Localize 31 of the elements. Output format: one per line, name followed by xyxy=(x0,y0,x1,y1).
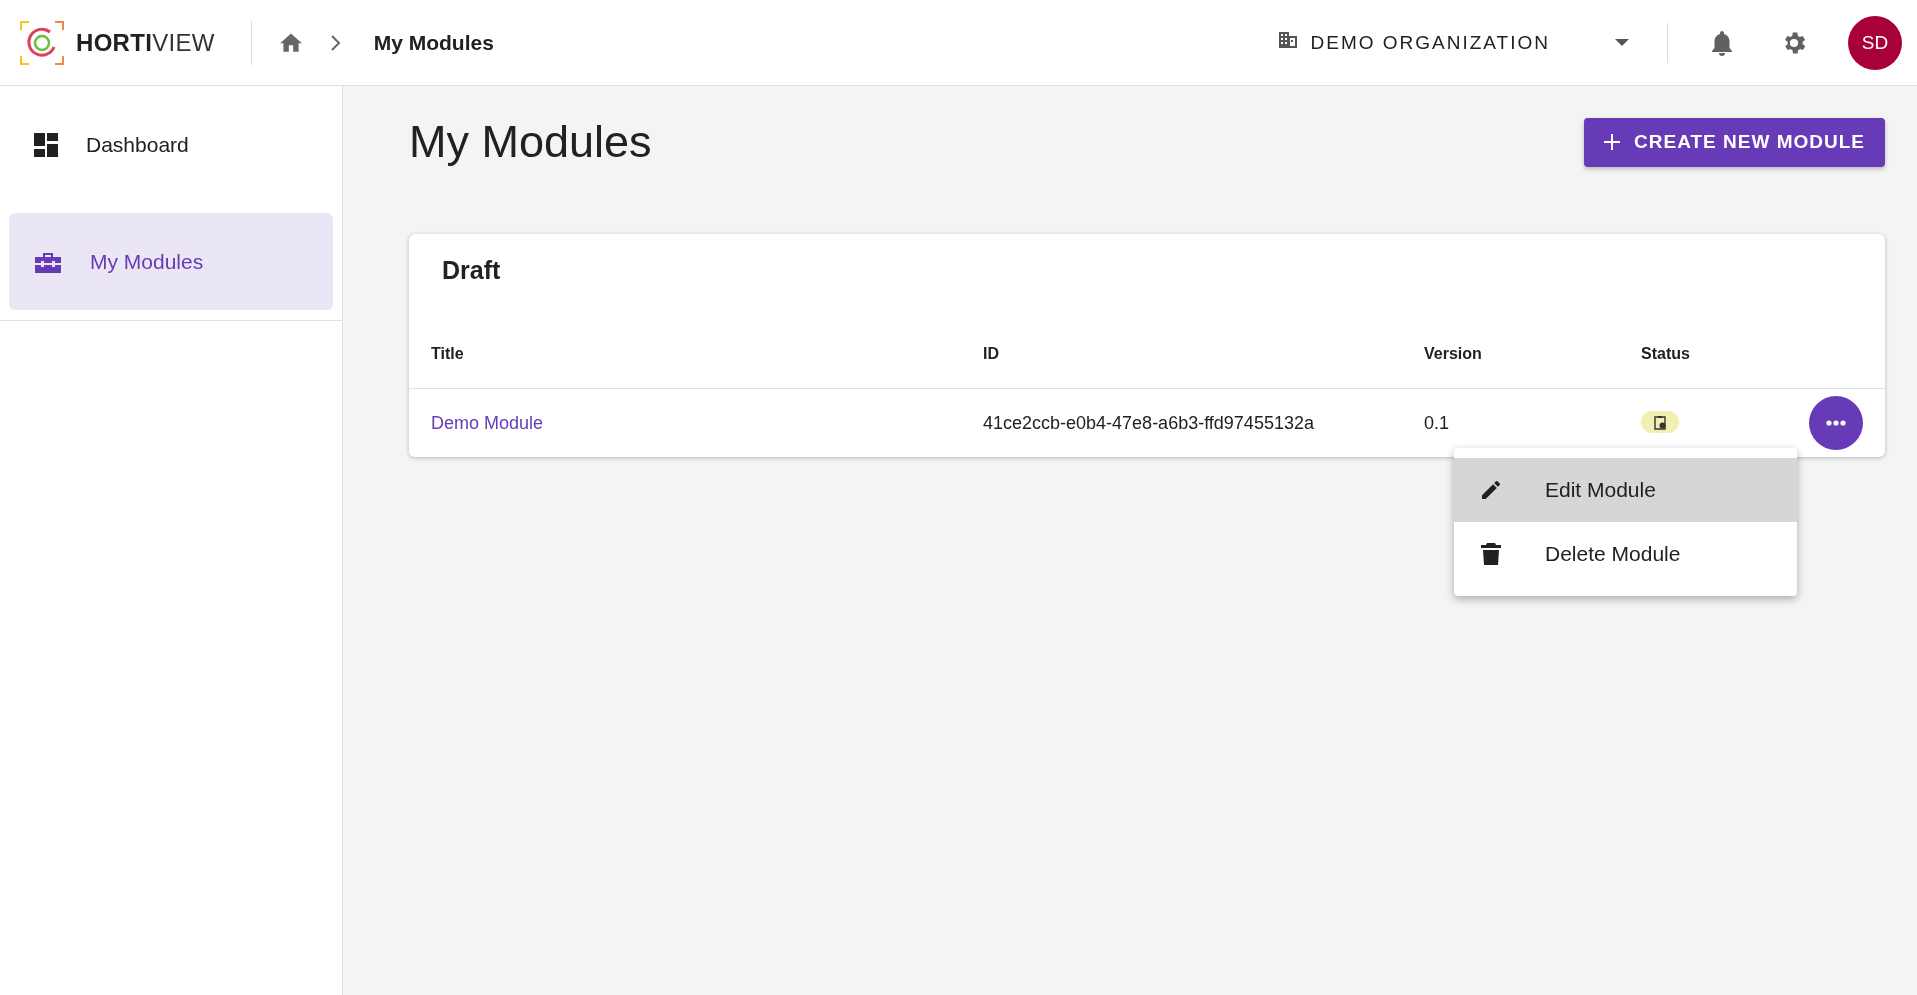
building-icon xyxy=(1277,31,1298,49)
brand-name: HORTIVIEW xyxy=(76,28,215,57)
column-header: Title xyxy=(409,320,983,389)
module-link[interactable]: Demo Module xyxy=(431,412,544,433)
sidebar-item[interactable]: My Modules xyxy=(9,213,333,310)
column-header: Version xyxy=(1424,320,1641,389)
toolbox-icon xyxy=(34,250,62,273)
module-version: 0.1 xyxy=(1424,412,1450,433)
menu-item[interactable]: Edit Module xyxy=(1454,458,1797,522)
plus-icon xyxy=(1604,134,1621,150)
more-dots-icon xyxy=(1826,420,1846,426)
dashboard-grid-icon xyxy=(34,132,58,157)
card-title: Draft xyxy=(441,255,502,286)
create-module-button[interactable]: CREATE NEW MODULE xyxy=(1584,117,1885,167)
pencil-icon xyxy=(1479,478,1503,502)
breadcrumb-current: My Modules xyxy=(373,30,494,55)
trash-icon xyxy=(1481,542,1501,566)
column-header: ID xyxy=(983,320,1424,389)
page-title: My Modules xyxy=(409,116,652,168)
logo-icon xyxy=(20,20,64,65)
column-header: Status xyxy=(1641,320,1737,389)
dropdown-caret-icon[interactable] xyxy=(1615,38,1629,47)
module-id: 41ce2ccb-e0b4-47e8-a6b3-ffd97455132a xyxy=(983,412,1314,433)
notifications-bell-icon[interactable] xyxy=(1710,28,1734,57)
sidebar-item[interactable]: Dashboard xyxy=(9,96,333,193)
user-avatar[interactable]: SD xyxy=(1848,15,1902,70)
more-actions-button[interactable] xyxy=(1809,396,1863,450)
menu-item[interactable]: Delete Module xyxy=(1454,522,1797,586)
clipboard-clock-icon xyxy=(1654,414,1666,430)
chevron-right-icon xyxy=(329,33,342,52)
organization-selector[interactable]: DEMO ORGANIZATION xyxy=(1277,31,1629,54)
